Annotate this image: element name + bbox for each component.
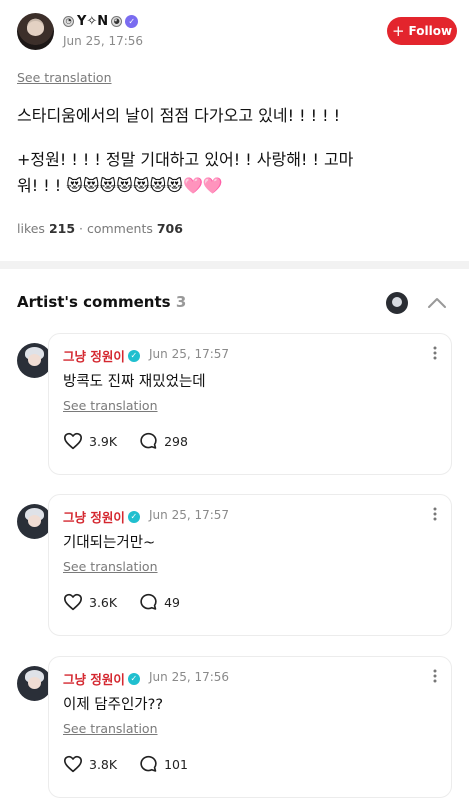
chevron-up-icon[interactable] [427, 297, 447, 309]
like-count[interactable]: 3.8K [89, 757, 117, 772]
comment-card[interactable]: 그냥 정원이 ✓ Jun 25, 17:57 방콕도 진짜 재밌었는데 See … [48, 333, 452, 475]
comment-bubble-icon[interactable] [139, 432, 158, 450]
like-count[interactable]: 3.9K [89, 434, 117, 449]
reply-count[interactable]: 298 [164, 434, 188, 449]
see-translation-link[interactable]: See translation [63, 398, 158, 413]
verified-badge-icon: ✓ [125, 15, 139, 28]
post-body-line: 워! ! ! 😻😻😻😻😻😻😻🩷🩷 [17, 176, 223, 195]
commenter-name-text: 그냥 정원이 [63, 672, 125, 687]
comment-actions: 3.9K 298 [63, 432, 188, 450]
commenter-avatar[interactable] [17, 666, 52, 701]
comment-text: 방콕도 진짜 재밌었는데 [63, 374, 206, 390]
author-avatar[interactable] [17, 13, 54, 50]
post-header: ◔ Y✧N ◕ ✓ Jun 25, 17:56 + Follow [17, 13, 457, 53]
artist-comment: 그냥 정원이 ✓ Jun 25, 17:56 이제 담주인가?? See tra… [17, 656, 452, 798]
verified-badge-icon: ✓ [127, 349, 140, 362]
like-count[interactable]: 3.6K [89, 595, 117, 610]
comment-time: Jun 25, 17:57 [149, 347, 230, 361]
comment-bubble-icon[interactable] [139, 593, 158, 611]
post-body-line: +정원! ! ! ! 정말 기대하고 있어! ! 사랑해! ! 고마 [17, 150, 354, 169]
post-time: Jun 25, 17:56 [63, 34, 144, 48]
comments-label[interactable]: comments [87, 221, 153, 236]
see-translation-link[interactable]: See translation [63, 721, 158, 736]
commenter-name[interactable]: 그냥 정원이 ✓ [63, 669, 140, 688]
comment-time: Jun 25, 17:57 [149, 508, 230, 522]
follow-label: Follow [408, 24, 453, 38]
commenter-name-text: 그냥 정원이 [63, 349, 125, 364]
artist-comment: 그냥 정원이 ✓ Jun 25, 17:57 방콕도 진짜 재밌었는데 See … [17, 333, 452, 475]
comment-actions: 3.8K 101 [63, 755, 188, 773]
comment-text: 기대되는거만~ [63, 535, 156, 551]
see-translation-link[interactable]: See translation [63, 559, 158, 574]
more-vertical-icon[interactable] [433, 507, 437, 521]
post-body-line: 스타디움에서의 날이 점점 다가오고 있네! ! ! ! ! [17, 106, 340, 125]
comment-card[interactable]: 그냥 정원이 ✓ Jun 25, 17:57 기대되는거만~ See trans… [48, 494, 452, 636]
artist-comments-count: 3 [175, 293, 187, 311]
plus-icon: + [391, 22, 405, 40]
likes-count: 215 [48, 221, 76, 236]
see-translation-link[interactable]: See translation [17, 70, 112, 85]
stats-separator: · [79, 221, 87, 236]
follow-button[interactable]: + Follow [387, 17, 457, 45]
heart-icon[interactable] [63, 593, 83, 611]
comment-bubble-icon[interactable] [139, 755, 158, 773]
section-divider [0, 261, 469, 269]
verified-badge-icon: ✓ [127, 672, 140, 685]
comment-time: Jun 25, 17:56 [149, 670, 230, 684]
comment-text: 이제 담주인가?? [63, 697, 164, 713]
more-vertical-icon[interactable] [433, 346, 437, 360]
artist-avatar[interactable] [386, 292, 408, 314]
artist-comment: 그냥 정원이 ✓ Jun 25, 17:57 기대되는거만~ See trans… [17, 494, 452, 636]
commenter-name-text: 그냥 정원이 [63, 510, 125, 525]
commenter-name[interactable]: 그냥 정원이 ✓ [63, 346, 140, 365]
artist-comments-title: Artist's comments 3 [17, 293, 186, 311]
author-name[interactable]: Y✧N [77, 14, 108, 29]
commenter-avatar[interactable] [17, 504, 52, 539]
author-line[interactable]: ◔ Y✧N ◕ ✓ [63, 14, 139, 29]
heart-icon[interactable] [63, 755, 83, 773]
reply-count[interactable]: 49 [164, 595, 180, 610]
more-vertical-icon[interactable] [433, 669, 437, 683]
heart-icon[interactable] [63, 432, 83, 450]
emoji-icon: ◔ [63, 16, 74, 27]
verified-badge-icon: ✓ [127, 510, 140, 523]
commenter-name[interactable]: 그냥 정원이 ✓ [63, 507, 140, 526]
artist-comments-label: Artist's comments [17, 293, 171, 311]
comments-count[interactable]: 706 [157, 221, 183, 236]
comment-actions: 3.6K 49 [63, 593, 180, 611]
likes-label: likes [17, 221, 45, 236]
reply-count[interactable]: 101 [164, 757, 188, 772]
emoji-icon: ◕ [111, 16, 123, 27]
post-body: 스타디움에서의 날이 점점 다가오고 있네! ! ! ! ! +정원! ! ! … [17, 103, 457, 199]
comment-card[interactable]: 그냥 정원이 ✓ Jun 25, 17:56 이제 담주인가?? See tra… [48, 656, 452, 798]
commenter-avatar[interactable] [17, 343, 52, 378]
post-stats: likes 215 · comments 706 [17, 221, 183, 236]
